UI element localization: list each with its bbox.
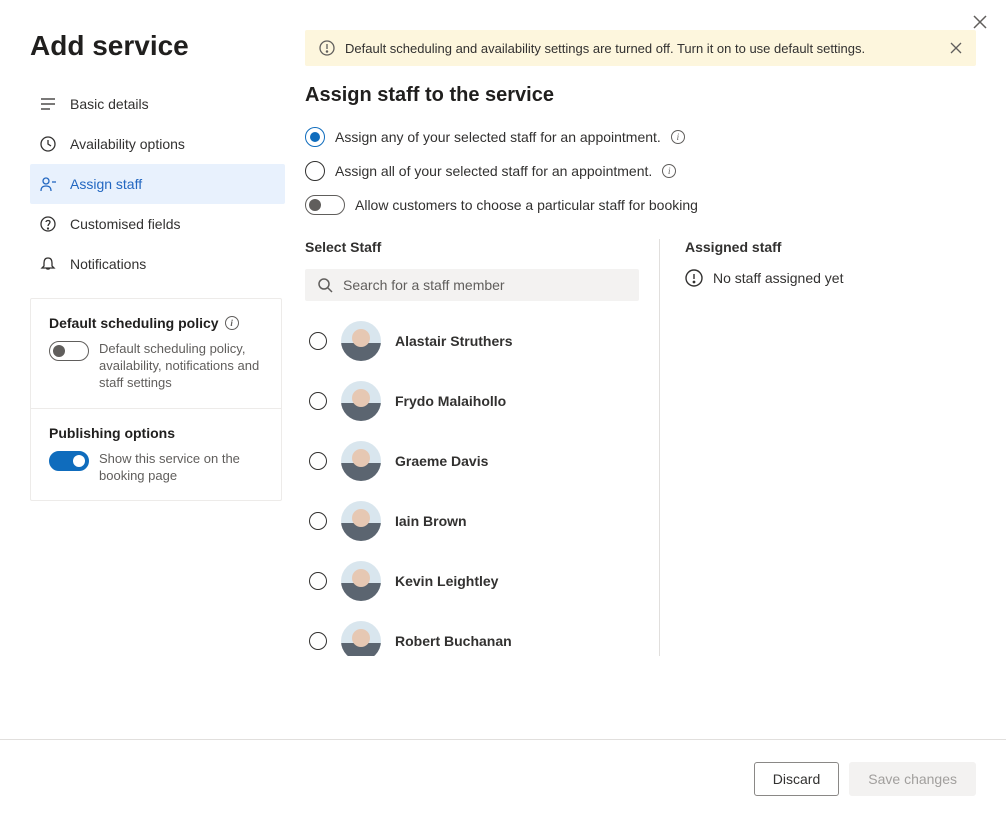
radio-assign-any[interactable]: Assign any of your selected staff for an… [305, 127, 976, 147]
banner-text: Default scheduling and availability sett… [345, 41, 940, 56]
person-icon [40, 176, 56, 192]
staff-search-input[interactable] [343, 277, 627, 293]
select-staff-title: Select Staff [305, 239, 639, 255]
nav-label: Basic details [70, 96, 149, 112]
nav-item-basic-details[interactable]: Basic details [30, 84, 285, 124]
staff-checkbox[interactable] [309, 332, 327, 350]
staff-name: Iain Brown [395, 513, 467, 529]
staff-name: Frydo Malaihollo [395, 393, 506, 409]
scheduling-policy-title-text: Default scheduling policy [49, 315, 219, 331]
staff-name: Alastair Struthers [395, 333, 512, 349]
nav-label: Customised fields [70, 216, 181, 232]
publishing-toggle[interactable] [49, 451, 89, 471]
radio-label: Assign any of your selected staff for an… [335, 129, 661, 145]
staff-item[interactable]: Robert Buchanan [305, 611, 633, 656]
staff-item[interactable]: Alastair Struthers [305, 311, 633, 371]
staff-list[interactable]: Alastair Struthers Frydo Malaihollo Graeme… [305, 311, 639, 656]
search-icon [317, 277, 333, 293]
bell-icon [40, 256, 56, 272]
publishing-options-title: Publishing options [49, 425, 263, 441]
list-icon [40, 96, 56, 112]
sidebar: Add service Basic details Availability o… [0, 0, 285, 738]
staff-name: Kevin Leightley [395, 573, 498, 589]
help-icon [40, 216, 56, 232]
staff-checkbox[interactable] [309, 572, 327, 590]
staff-name: Graeme Davis [395, 453, 488, 469]
avatar [341, 441, 381, 481]
close-icon [973, 15, 987, 29]
discard-button[interactable]: Discard [754, 762, 839, 796]
assigned-empty-text: No staff assigned yet [713, 270, 843, 286]
radio-label: Assign all of your selected staff for an… [335, 163, 652, 179]
section-heading: Assign staff to the service [305, 84, 976, 107]
sidebar-options: Default scheduling policy i Default sche… [30, 298, 282, 501]
save-button[interactable]: Save changes [849, 762, 976, 796]
staff-search[interactable] [305, 269, 639, 301]
avatar [341, 501, 381, 541]
staff-name: Robert Buchanan [395, 633, 512, 649]
staff-checkbox[interactable] [309, 452, 327, 470]
nav-item-availability[interactable]: Availability options [30, 124, 285, 164]
scheduling-policy-toggle[interactable] [49, 341, 89, 361]
alert-icon [685, 269, 703, 287]
nav-label: Assign staff [70, 176, 142, 192]
page-title: Add service [30, 30, 285, 62]
info-icon[interactable]: i [671, 130, 685, 144]
avatar [341, 321, 381, 361]
close-icon [950, 42, 962, 54]
staff-item[interactable]: Graeme Davis [305, 431, 633, 491]
avatar [341, 561, 381, 601]
staff-checkbox[interactable] [309, 392, 327, 410]
staff-checkbox[interactable] [309, 512, 327, 530]
side-nav: Basic details Availability options Assig… [30, 84, 285, 284]
nav-item-notifications[interactable]: Notifications [30, 244, 285, 284]
scheduling-policy-section: Default scheduling policy i Default sche… [31, 299, 281, 409]
publishing-options-section: Publishing options Show this service on … [31, 409, 281, 501]
staff-checkbox[interactable] [309, 632, 327, 650]
main-panel: Default scheduling and availability sett… [285, 0, 1006, 738]
assigned-staff-title: Assigned staff [685, 239, 976, 255]
publishing-desc: Show this service on the booking page [99, 451, 263, 485]
radio-assign-all[interactable]: Assign all of your selected staff for an… [305, 161, 976, 181]
nav-item-assign-staff[interactable]: Assign staff [30, 164, 285, 204]
scheduling-policy-title: Default scheduling policy i [49, 315, 263, 331]
radio-input [305, 161, 325, 181]
info-icon[interactable]: i [662, 164, 676, 178]
nav-label: Availability options [70, 136, 185, 152]
radio-input [305, 127, 325, 147]
customer-choose-toggle-row: Allow customers to choose a particular s… [305, 195, 976, 215]
assigned-staff-column: Assigned staff No staff assigned yet [660, 239, 976, 656]
banner-close-button[interactable] [950, 42, 962, 54]
warning-banner: Default scheduling and availability sett… [305, 30, 976, 66]
close-modal-button[interactable] [966, 8, 994, 36]
staff-item[interactable]: Iain Brown [305, 491, 633, 551]
select-staff-column: Select Staff Alastair Struthers Frydo Mal… [305, 239, 660, 656]
info-icon[interactable]: i [225, 316, 239, 330]
assigned-empty-state: No staff assigned yet [685, 269, 976, 287]
footer: Discard Save changes [0, 739, 1006, 817]
nav-item-custom-fields[interactable]: Customised fields [30, 204, 285, 244]
nav-label: Notifications [70, 256, 146, 272]
avatar [341, 381, 381, 421]
staff-item[interactable]: Kevin Leightley [305, 551, 633, 611]
clock-icon [40, 136, 56, 152]
avatar [341, 621, 381, 656]
scheduling-policy-desc: Default scheduling policy, availability,… [99, 341, 263, 392]
staff-item[interactable]: Frydo Malaihollo [305, 371, 633, 431]
warning-icon [319, 40, 335, 56]
toggle-label: Allow customers to choose a particular s… [355, 197, 698, 213]
customer-choose-toggle[interactable] [305, 195, 345, 215]
